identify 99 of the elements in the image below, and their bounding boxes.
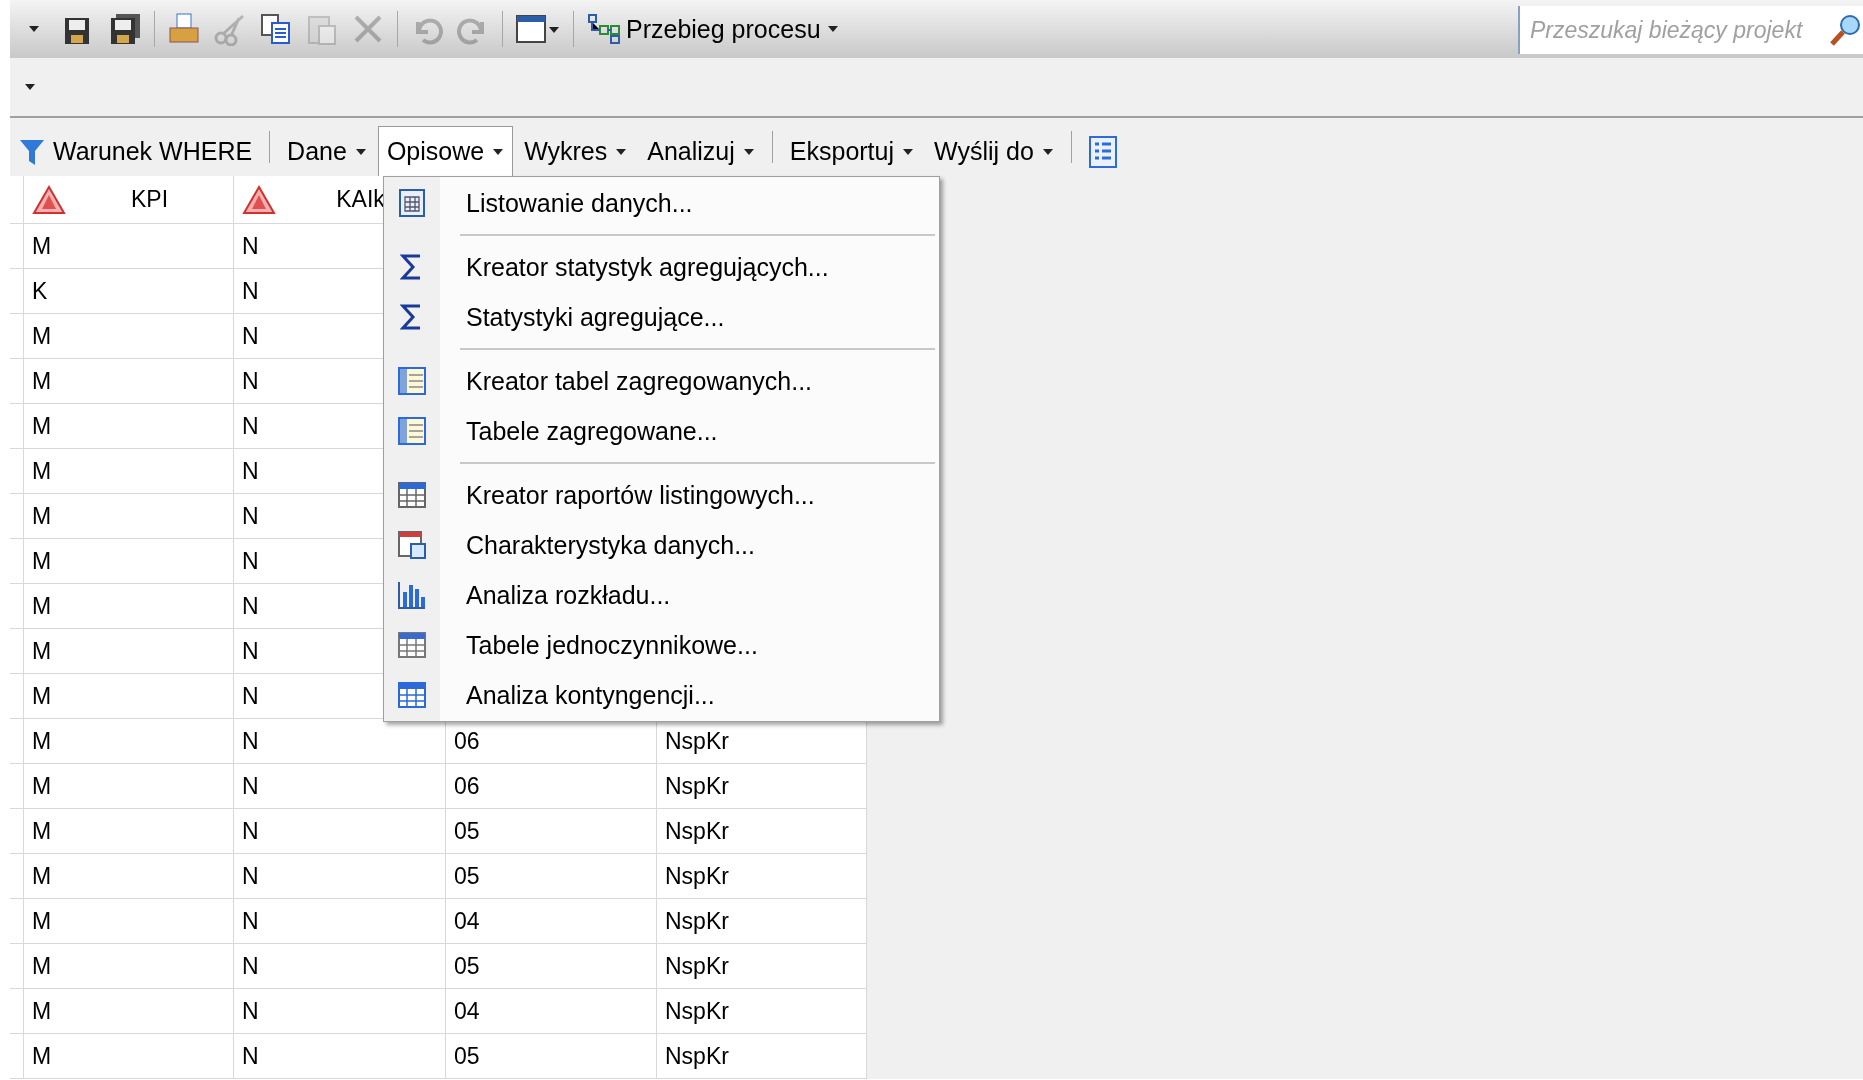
- table-chart-icon: [397, 530, 427, 560]
- row-header[interactable]: [10, 449, 24, 494]
- table-cell: M: [24, 314, 234, 359]
- row-header[interactable]: [10, 584, 24, 629]
- table-cell: K: [24, 269, 234, 314]
- table-cell: NspKr: [657, 1034, 867, 1079]
- caret-icon: [826, 25, 839, 33]
- search-icon[interactable]: [1829, 13, 1863, 47]
- search-field[interactable]: Przeszukaj bieżący projekt: [1518, 6, 1863, 54]
- table-cell: M: [24, 404, 234, 449]
- table-cell: 04: [446, 899, 657, 944]
- menu-button[interactable]: Dane: [278, 126, 376, 176]
- menu-button[interactable]: Wykres: [515, 126, 637, 176]
- row-header[interactable]: [10, 629, 24, 674]
- caret-icon: [354, 147, 367, 156]
- row-header[interactable]: [10, 989, 24, 1034]
- table-cell: M: [24, 629, 234, 674]
- caret-icon: [902, 147, 915, 156]
- table-cell: M: [24, 359, 234, 404]
- grid-icon: [397, 680, 427, 710]
- table-cell: NspKr: [657, 719, 867, 764]
- caret-icon: [615, 147, 628, 156]
- funnel-icon: [19, 137, 45, 166]
- menu-button[interactable]: Opisowe: [377, 126, 514, 176]
- row-header[interactable]: [10, 314, 24, 359]
- filter-button[interactable]: Warunek WHERE: [10, 126, 262, 176]
- table-cell: 06: [446, 764, 657, 809]
- menu-button[interactable]: Wyślij do: [925, 126, 1063, 176]
- table-cell: NspKr: [657, 809, 867, 854]
- table-cell: 05: [446, 1034, 657, 1079]
- warning-icon: [242, 184, 276, 215]
- bar-chart-icon: [397, 580, 427, 610]
- table-cell: N: [234, 854, 446, 899]
- table-cell: M: [24, 224, 234, 269]
- flowchart-icon: [588, 14, 620, 44]
- table-icon: [397, 416, 427, 446]
- caret-icon: [28, 25, 40, 33]
- caret-icon: [24, 83, 36, 91]
- table-cell: M: [24, 1034, 234, 1079]
- printer-icon: [167, 12, 201, 46]
- table-cell: M: [24, 539, 234, 584]
- table-cell: 05: [446, 854, 657, 899]
- table-cell: N: [234, 899, 446, 944]
- row-header[interactable]: [10, 224, 24, 269]
- table-cell: 05: [446, 809, 657, 854]
- table-cell: M: [24, 989, 234, 1034]
- row-header[interactable]: [10, 269, 24, 314]
- copy-icon: [259, 12, 293, 46]
- table-cell: 05: [446, 944, 657, 989]
- row-header[interactable]: [10, 539, 24, 584]
- table-cell: N: [234, 944, 446, 989]
- table-cell: NspKr: [657, 989, 867, 1034]
- row-header[interactable]: [10, 359, 24, 404]
- table-cell: 06: [446, 719, 657, 764]
- row-header[interactable]: [10, 899, 24, 944]
- process-flow-button[interactable]: Przebieg procesu: [582, 7, 845, 51]
- table-cell: NspKr: [657, 854, 867, 899]
- row-header[interactable]: [10, 719, 24, 764]
- table-cell: NspKr: [657, 764, 867, 809]
- table-cell: N: [234, 1034, 446, 1079]
- table-cell: M: [24, 854, 234, 899]
- table-cell: NspKr: [657, 944, 867, 989]
- save-all-icon: [108, 12, 142, 46]
- row-header[interactable]: [10, 764, 24, 809]
- grid-icon: [397, 630, 427, 660]
- table-cell: N: [234, 809, 446, 854]
- table-cell: N: [234, 764, 446, 809]
- table-cell: N: [234, 989, 446, 1034]
- caret-icon: [492, 147, 505, 156]
- list-icon: [1088, 135, 1117, 168]
- grid-icon: [397, 480, 427, 510]
- row-header[interactable]: [10, 854, 24, 899]
- row-header[interactable]: [10, 944, 24, 989]
- table-icon: [397, 366, 427, 396]
- table-cell: M: [24, 944, 234, 989]
- table-cell: N: [234, 719, 446, 764]
- warning-icon: [32, 184, 66, 215]
- window-icon: [515, 12, 561, 46]
- table-cell: M: [24, 674, 234, 719]
- caret-icon: [742, 147, 755, 156]
- menu-button[interactable]: Eksportuj: [780, 126, 924, 176]
- menu-button[interactable]: Analizuj: [638, 126, 764, 176]
- row-header[interactable]: [10, 809, 24, 854]
- table-cell: NspKr: [657, 899, 867, 944]
- table-cell: M: [24, 809, 234, 854]
- caret-icon: [1041, 147, 1054, 156]
- row-header[interactable]: [10, 404, 24, 449]
- row-header[interactable]: [10, 1034, 24, 1079]
- table-cell: M: [24, 449, 234, 494]
- table-cell: M: [24, 899, 234, 944]
- calendar-icon: [397, 188, 427, 218]
- table-cell: M: [24, 719, 234, 764]
- table-cell: M: [24, 764, 234, 809]
- scissors-icon: [213, 12, 247, 46]
- row-header[interactable]: [10, 674, 24, 719]
- row-header[interactable]: [10, 494, 24, 539]
- table-cell: 04: [446, 989, 657, 1034]
- table-cell: M: [24, 584, 234, 629]
- table-cell: M: [24, 494, 234, 539]
